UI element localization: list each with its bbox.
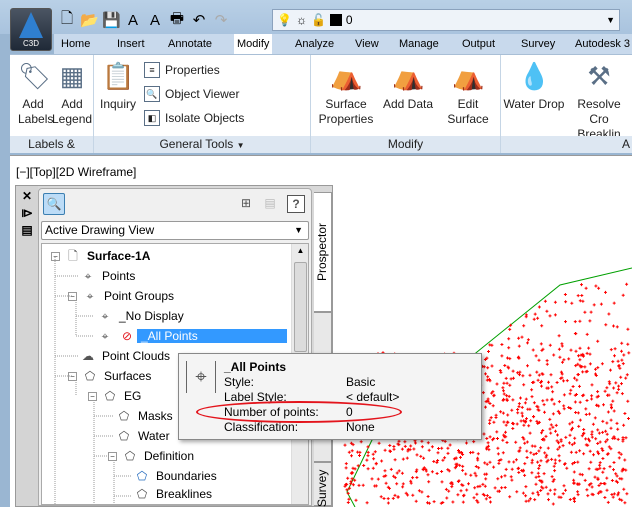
point-group-icon: ⌖ bbox=[101, 329, 109, 343]
tree-node-all-points[interactable]: ⌖ ⊘ _All Points bbox=[97, 327, 287, 345]
item-view-toggle-button[interactable]: 🔍 bbox=[43, 193, 65, 215]
view-select[interactable]: Active Drawing View ▼ bbox=[41, 221, 309, 240]
toolspace-palette: ✕ ⧐ ▤ 🔍 ⊞ ▤ ? Active Drawing View ▼ − 🗋 Sur… bbox=[15, 185, 333, 507]
point-icon: ⌖ bbox=[84, 269, 92, 283]
tree-node-no-display[interactable]: ⌖ _No Display bbox=[97, 307, 184, 325]
help-icon[interactable]: ? bbox=[287, 195, 305, 213]
palette-strip: ✕ ⧐ ▤ bbox=[16, 186, 38, 506]
definition-icon: ⬠ bbox=[124, 449, 136, 463]
point-cloud-icon: ☁ bbox=[82, 349, 94, 363]
tooltip: ⌖ _All Points Style: Basic Label Style: < … bbox=[178, 353, 482, 440]
list-view-icon[interactable]: ▤ bbox=[261, 195, 279, 213]
tree-node-points[interactable]: ⌖ Points bbox=[80, 267, 136, 285]
tree-node-boundaries[interactable]: ⬠ Boundaries bbox=[134, 467, 217, 485]
tree-node-eg[interactable]: − ⬠ EG bbox=[88, 387, 141, 405]
tree-node-drawing[interactable]: − 🗋 Surface-1A bbox=[51, 247, 150, 265]
surface-icon: ⬠ bbox=[84, 369, 96, 383]
out-of-date-icon: ⊘ bbox=[121, 329, 133, 343]
tree-node-watersheds[interactable]: ⬠ Water bbox=[116, 427, 170, 445]
tree-node-point-groups[interactable]: − ⌖ Point Groups bbox=[68, 287, 174, 305]
scroll-up-icon[interactable]: ▲ bbox=[292, 246, 309, 255]
tree-node-masks[interactable]: ⬠ Masks bbox=[116, 407, 173, 425]
tooltip-title: _All Points bbox=[224, 360, 287, 374]
autohide-icon[interactable]: ⧐ bbox=[16, 206, 38, 220]
tooltip-row: Style: Basic bbox=[224, 375, 376, 389]
collapse-icon[interactable]: − bbox=[88, 391, 97, 401]
tree-view-icon[interactable]: ⊞ bbox=[237, 195, 255, 213]
drawing-icon: 🗋 bbox=[68, 249, 78, 263]
boundary-icon: ⬠ bbox=[136, 469, 148, 483]
viewport-controls-label[interactable]: [−][Top][2D Wireframe] bbox=[16, 165, 136, 179]
point-group-icon: ⌖ bbox=[186, 361, 216, 393]
breakline-icon: ⬠ bbox=[136, 487, 148, 501]
collapse-icon[interactable]: − bbox=[51, 251, 60, 261]
properties-menu-icon[interactable]: ▤ bbox=[16, 223, 38, 237]
highlight-ellipse bbox=[196, 401, 402, 423]
tab-prospector[interactable]: Prospector bbox=[314, 192, 332, 312]
close-icon[interactable]: ✕ bbox=[16, 189, 38, 203]
tree-node-definition[interactable]: − ⬠ Definition bbox=[108, 447, 194, 465]
watershed-icon: ⬠ bbox=[118, 429, 130, 443]
collapse-icon[interactable]: − bbox=[108, 451, 117, 461]
tab-survey[interactable]: Survey bbox=[314, 462, 332, 507]
scroll-thumb[interactable] bbox=[294, 262, 307, 352]
tree-node-surfaces[interactable]: − ⬠ Surfaces bbox=[68, 367, 151, 385]
chevron-down-icon: ▼ bbox=[294, 225, 303, 235]
magnifier-icon: 🔍 bbox=[46, 197, 62, 211]
collapse-icon[interactable]: − bbox=[68, 291, 77, 301]
tree-node-breaklines[interactable]: ⬠ Breaklines bbox=[134, 485, 212, 503]
tree-node-point-clouds[interactable]: ☁ Point Clouds bbox=[80, 347, 170, 365]
mask-icon: ⬠ bbox=[118, 409, 130, 423]
point-group-icon: ⌖ bbox=[86, 289, 94, 303]
collapse-icon[interactable]: − bbox=[68, 371, 77, 381]
point-group-icon: ⌖ bbox=[101, 309, 109, 323]
prospector-pane: 🔍 ⊞ ▤ ? Active Drawing View ▼ − 🗋 Surface-1… bbox=[38, 188, 312, 506]
surface-icon: ⬠ bbox=[104, 389, 116, 403]
